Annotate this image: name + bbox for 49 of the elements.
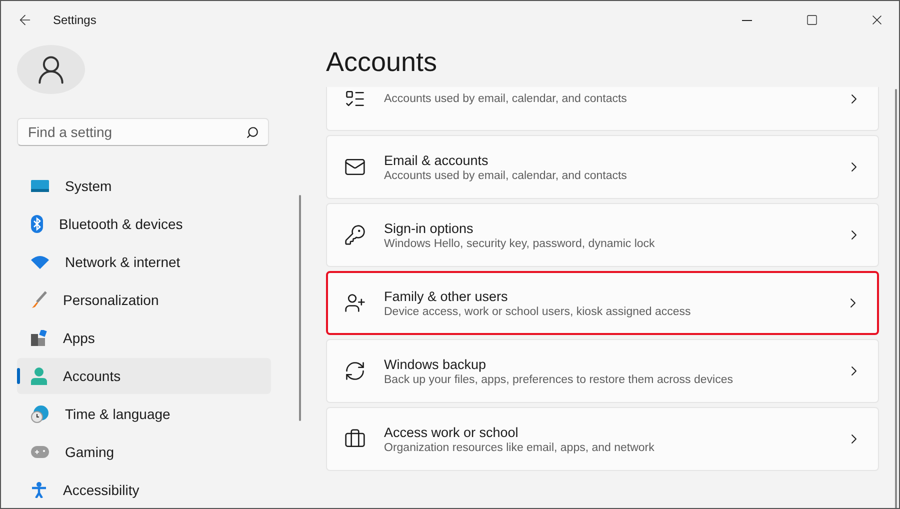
briefcase-icon <box>344 428 366 450</box>
sidebar-item[interactable]: Personalization <box>17 282 271 318</box>
card-description: Organization resources like email, apps, and network <box>384 442 656 454</box>
search-icon <box>246 126 259 139</box>
card-description: Windows Hello, security key, password, dynamic lock <box>384 238 656 250</box>
key-icon <box>344 224 366 246</box>
apps-icon <box>31 330 47 346</box>
card-description: Device access, work or school users, kiosk assigned access <box>384 306 692 318</box>
gamepad-icon <box>31 446 49 458</box>
settings-card[interactable]: Accounts used by email, calendar, and contacts <box>326 87 879 131</box>
back-button[interactable] <box>17 12 33 28</box>
selection-indicator <box>17 368 20 384</box>
settings-card[interactable]: Access work or school Organization resources like email, apps, and network <box>326 407 879 471</box>
card-description: Back up your files, apps, preferences to restore them across devices <box>384 374 734 386</box>
card-title: Family & other users <box>384 288 509 304</box>
bluetooth-icon <box>31 215 43 233</box>
sidebar-item[interactable]: Time & language <box>17 396 271 432</box>
card-title: Windows backup <box>384 356 488 372</box>
sidebar-item[interactable]: Accessibility <box>17 472 271 508</box>
window-title: Settings <box>53 13 98 27</box>
search-field[interactable]: Find a setting <box>17 118 269 146</box>
brush-icon <box>31 291 47 309</box>
card-description: Accounts used by email, calendar, and contacts <box>384 170 628 182</box>
settings-card[interactable]: Sign-in options Windows Hello, security key, password, dynamic lock <box>326 203 879 267</box>
monitor-icon <box>31 179 49 193</box>
maximize-icon <box>806 14 818 26</box>
card-title: Sign-in options <box>384 220 474 236</box>
sidebar-item[interactable]: Network & internet <box>17 244 271 280</box>
settings-card[interactable]: Family & other users Device access, work or school users, kiosk assigned access <box>326 271 879 335</box>
scrollbar[interactable] <box>895 89 897 508</box>
sidebar-item[interactable]: Gaming <box>17 434 271 470</box>
mail-icon <box>344 156 366 178</box>
settings-card[interactable]: Email & accounts Accounts used by email, calendar, and contacts <box>326 135 879 199</box>
card-title: Email & accounts <box>384 152 490 168</box>
settings-card[interactable]: Windows backup Back up your files, apps, preferences to restore them across devices <box>326 339 879 403</box>
sidebar-item[interactable]: Apps <box>17 320 271 356</box>
person-icon <box>31 367 47 385</box>
card-title: Access work or school <box>384 424 520 440</box>
card-description: Accounts used by email, calendar, and contacts <box>384 93 628 105</box>
sidebar-item[interactable]: System <box>17 168 271 204</box>
scrollbar[interactable] <box>299 195 301 421</box>
accessibility-icon <box>31 482 47 498</box>
sidebar-item[interactable]: Bluetooth & devices <box>17 206 271 242</box>
globe-clock-icon <box>31 405 49 423</box>
sidebar-item[interactable]: Accounts <box>17 358 271 394</box>
wifi-icon <box>31 255 49 269</box>
sync-icon <box>344 360 366 382</box>
person-add-icon <box>344 292 366 314</box>
page-title: Accounts <box>326 47 438 78</box>
